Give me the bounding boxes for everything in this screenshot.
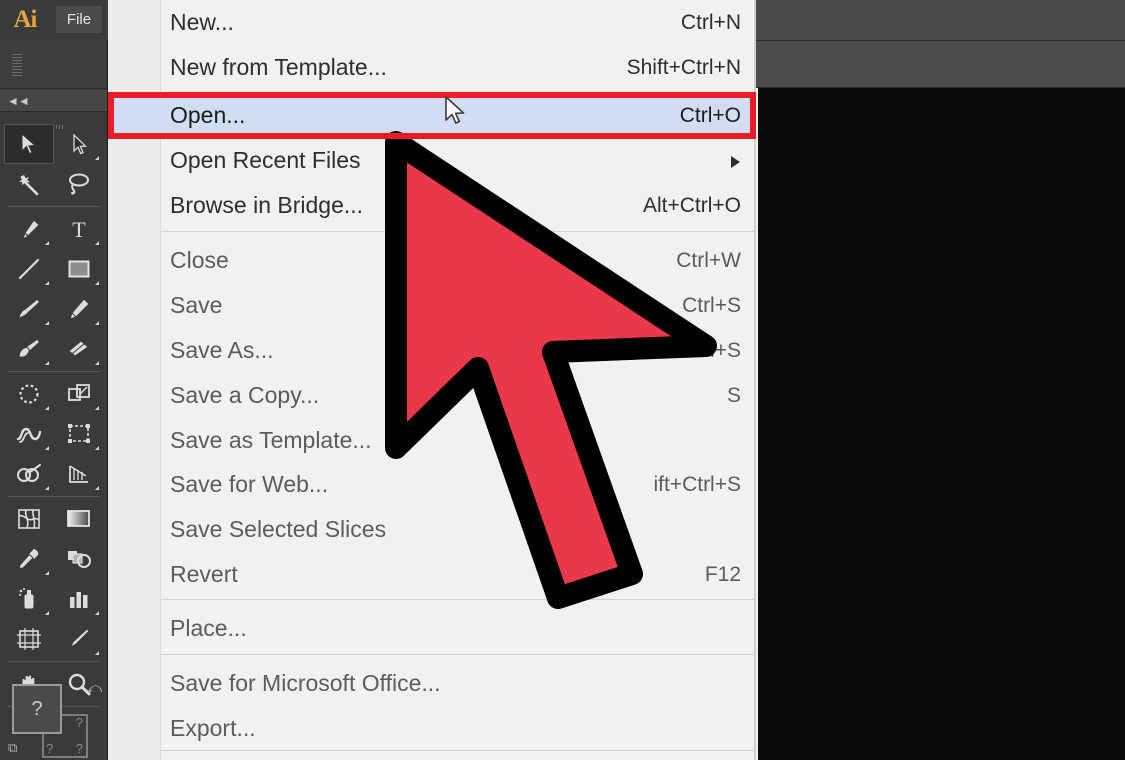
blend-tool[interactable] [54, 539, 104, 579]
control-panel-strip-secondary [756, 41, 1125, 88]
direct-selection-tool[interactable] [54, 124, 104, 164]
eraser-tool[interactable] [54, 329, 104, 369]
paintbrush-tool[interactable] [4, 289, 54, 329]
menu-item-label: Save for Microsoft Office... [170, 670, 441, 696]
free-transform-tool[interactable] [54, 414, 104, 454]
tool-expand-corner-icon [45, 241, 49, 245]
slice-tool[interactable] [54, 619, 104, 659]
tool-expand-corner-icon [45, 446, 49, 450]
menu-item-label: Open Recent Files [170, 147, 361, 173]
blob-brush-tool[interactable] [4, 329, 54, 369]
mesh-tool[interactable] [4, 499, 54, 539]
tool-expand-corner-icon [95, 446, 99, 450]
artboard-tool[interactable] [4, 619, 54, 659]
swap-fill-stroke-icon[interactable]: ⤺ [86, 680, 102, 697]
tool-expand-corner-icon [95, 321, 99, 325]
perspective-grid-tool[interactable] [54, 454, 104, 494]
eyedropper-tool[interactable] [4, 539, 54, 579]
tool-expand-corner-icon [95, 281, 99, 285]
menu-item-label: Save [170, 292, 223, 318]
menu-item-label: Export... [170, 715, 256, 741]
tool-expand-corner-icon [95, 406, 99, 410]
tool-expand-corner-icon [45, 611, 49, 615]
document-canvas[interactable] [756, 88, 1125, 760]
illustrator-window: Ai File ◄◄ T ? ? ? ? ⤺ ⧉ New... Ctrl+N N… [0, 0, 1125, 760]
menu-item-shortcut: Shift+Ctrl+N [626, 55, 741, 79]
tool-expand-corner-icon [45, 281, 49, 285]
shape-builder-tool[interactable] [4, 454, 54, 494]
menu-item-label: New from Template... [170, 54, 387, 80]
menu-item-export[interactable]: Export... [161, 706, 754, 751]
menu-item-label: Place... [170, 615, 247, 641]
column-graph-tool[interactable] [54, 579, 104, 619]
menu-item-new-from-template[interactable]: New from Template... Shift+Ctrl+N [161, 45, 754, 90]
tool-expand-corner-icon [45, 406, 49, 410]
fill-swatch[interactable]: ? [12, 684, 62, 734]
stroke-glyph-1: ? [46, 741, 54, 756]
menu-item-label: Save Selected Slices [170, 516, 387, 542]
menu-item-new[interactable]: New... Ctrl+N [161, 0, 754, 45]
pen-tool[interactable] [4, 209, 54, 249]
menu-item-label: Close [170, 247, 229, 273]
tools-panel: ◄◄ T ? ? ? ? ⤺ ⧉ [0, 40, 108, 760]
illustrator-logo: Ai [13, 6, 38, 33]
lasso-tool[interactable] [54, 164, 104, 204]
control-panel-strip [756, 0, 1125, 41]
tool-group-separator [8, 496, 100, 497]
menu-item-label: Browse in Bridge... [170, 192, 364, 218]
tool-group-separator [8, 371, 100, 372]
scale-tool[interactable] [54, 374, 104, 414]
tool-expand-corner-icon [95, 241, 99, 245]
tool-grid: T [4, 124, 104, 709]
tool-expand-corner-icon [95, 651, 99, 655]
tools-panel-header [0, 40, 107, 89]
tool-group-separator [8, 661, 100, 662]
tool-expand-corner-icon [45, 571, 49, 575]
panel-grip-icon[interactable] [12, 54, 22, 80]
tool-expand-corner-icon [95, 611, 99, 615]
tool-expand-corner-icon [95, 156, 99, 160]
menu-item-label: Save As... [170, 337, 274, 363]
line-segment-tool[interactable] [4, 249, 54, 289]
rectangle-tool[interactable] [54, 249, 104, 289]
tools-drag-handle-icon[interactable] [35, 116, 73, 129]
menu-item-label: Revert [170, 561, 238, 587]
os-mouse-cursor-icon [444, 96, 468, 133]
menu-item-label: Open... [170, 102, 246, 128]
selection-tool[interactable] [4, 124, 54, 164]
large-red-pointer [370, 130, 740, 635]
menu-separator [161, 750, 756, 751]
menu-separator [161, 654, 756, 655]
menu-file[interactable]: File [56, 6, 102, 33]
symbol-sprayer-tool[interactable] [4, 579, 54, 619]
svg-text:T: T [72, 218, 86, 240]
fill-stroke-indicator: ? ? ? ? ⤺ ⧉ [4, 680, 104, 758]
tool-group-separator [8, 206, 100, 207]
pencil-tool[interactable] [54, 289, 104, 329]
stroke-glyph-2: ? [75, 741, 83, 756]
tool-expand-corner-icon [95, 361, 99, 365]
gradient-tool[interactable] [54, 499, 104, 539]
menu-item-save-for-microsoft-office[interactable]: Save for Microsoft Office... [161, 661, 754, 706]
menu-item-shortcut: Ctrl+O [679, 103, 741, 127]
tool-expand-corner-icon [95, 486, 99, 490]
collapse-panel-button[interactable]: ◄◄ [0, 90, 107, 112]
menu-item-shortcut: Ctrl+N [680, 10, 741, 34]
tool-expand-corner-icon [45, 361, 49, 365]
menu-item-label: New... [170, 9, 234, 35]
default-fill-stroke-icon[interactable]: ⧉ [8, 740, 17, 756]
width-tool[interactable] [4, 414, 54, 454]
stroke-glyph-3: ? [75, 715, 83, 730]
tool-expand-corner-icon [45, 486, 49, 490]
menu-item-label: Save a Copy... [170, 382, 320, 408]
tool-expand-corner-icon [45, 321, 49, 325]
menu-item-label: Save as Template... [170, 427, 372, 453]
canvas-left-edge [756, 88, 758, 760]
type-tool[interactable]: T [54, 209, 104, 249]
rotate-tool[interactable] [4, 374, 54, 414]
menu-item-label: Save for Web... [170, 471, 329, 497]
magic-wand-tool[interactable] [4, 164, 54, 204]
